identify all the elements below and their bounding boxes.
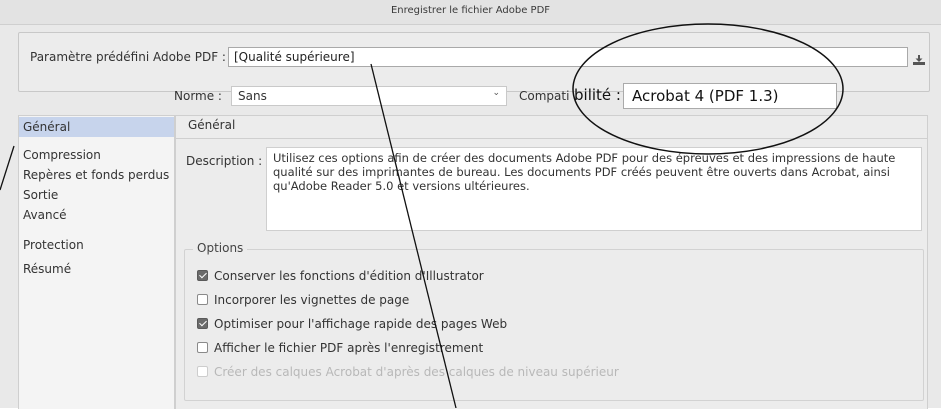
options-title: Options	[193, 241, 248, 255]
option-label: Optimiser pour l'affichage rapide des pa…	[214, 317, 508, 331]
checkbox[interactable]	[197, 270, 208, 281]
main-panel: Général Description : Utilisez ces optio…	[175, 115, 928, 409]
compat-label-partial: Compati	[519, 89, 570, 103]
sidebar-item-summary[interactable]: Résumé	[19, 259, 174, 279]
save-preset-icon[interactable]	[912, 54, 926, 66]
option-label: Afficher le fichier PDF après l'enregist…	[214, 341, 484, 355]
section-divider	[176, 138, 927, 139]
preset-label: Paramètre prédéfini Adobe PDF :	[30, 50, 226, 64]
description-text: Utilisez ces options afin de créer des d…	[266, 147, 922, 231]
sidebar-item-marks-bleeds[interactable]: Repères et fonds perdus	[19, 165, 174, 185]
checkbox	[197, 366, 208, 377]
norme-select[interactable]: Sans ⌄	[231, 86, 507, 106]
option-label: Incorporer les vignettes de page	[214, 293, 410, 307]
chevron-down-icon: ⌄	[492, 88, 500, 98]
sidebar-item-compression[interactable]: Compression	[19, 145, 174, 165]
sidebar-item-general[interactable]: Général	[19, 117, 174, 137]
sidebar-item-security[interactable]: Protection	[19, 235, 174, 255]
norme-value: Sans	[238, 89, 267, 103]
norme-label: Norme :	[174, 89, 222, 103]
sidebar-item-advanced[interactable]: Avancé	[19, 205, 174, 225]
option-preserve-editing[interactable]: Conserver les fonctions d'édition d'Illu…	[197, 267, 484, 285]
option-view-after-save[interactable]: Afficher le fichier PDF après l'enregist…	[197, 339, 483, 357]
preset-select[interactable]: [Qualité supérieure]	[228, 47, 908, 67]
description-label: Description :	[186, 154, 263, 168]
options-group: Options Conserver les fonctions d'éditio…	[184, 241, 924, 401]
compat-select[interactable]: Acrobat 4 (PDF 1.3)	[623, 83, 837, 109]
sidebar-item-output[interactable]: Sortie	[19, 185, 174, 205]
checkbox[interactable]	[197, 294, 208, 305]
checkbox[interactable]	[197, 342, 208, 353]
option-label: Conserver les fonctions d'édition d'Illu…	[214, 269, 484, 283]
checkbox[interactable]	[197, 318, 208, 329]
option-embed-thumbnails[interactable]: Incorporer les vignettes de page	[197, 291, 409, 309]
option-create-layers: Créer des calques Acrobat d'après des ca…	[197, 363, 619, 381]
window-title: Enregistrer le fichier Adobe PDF	[390, 5, 551, 16]
save-pdf-dialog: Enregistrer le fichier Adobe PDF Paramèt…	[0, 0, 941, 409]
compat-value: Acrobat 4 (PDF 1.3)	[632, 87, 779, 105]
compat-label-zoomed: bilité :	[574, 86, 621, 104]
title-bar: Enregistrer le fichier Adobe PDF	[0, 0, 941, 25]
section-heading: Général	[188, 118, 236, 132]
preset-value: [Qualité supérieure]	[234, 50, 355, 64]
option-label: Créer des calques Acrobat d'après des ca…	[214, 365, 619, 379]
sidebar: Général Compression Repères et fonds per…	[18, 115, 175, 409]
callout-line-left	[0, 145, 15, 191]
option-fast-web-view[interactable]: Optimiser pour l'affichage rapide des pa…	[197, 315, 507, 333]
